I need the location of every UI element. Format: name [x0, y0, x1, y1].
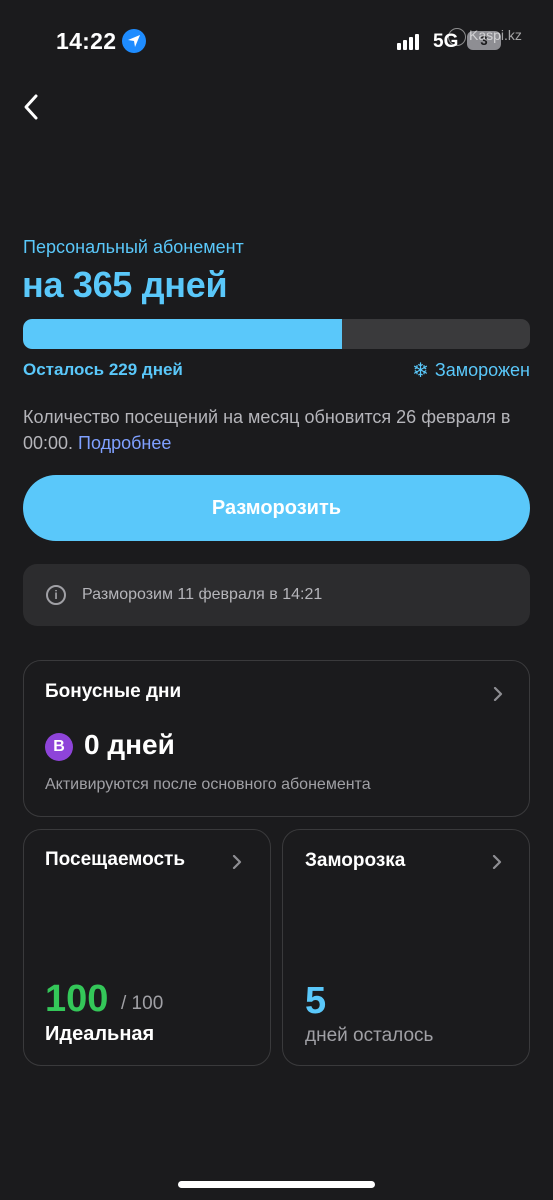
home-indicator[interactable]	[178, 1181, 375, 1188]
chevron-right-icon	[492, 855, 502, 869]
status-time: 14:22	[56, 28, 117, 54]
bonus-days-note: Активируются после основного абонемента	[45, 776, 371, 793]
bonus-days-card[interactable]: Бонусные дни B 0 дней Активируются после…	[23, 660, 530, 817]
subscription-title: на 365 дней	[22, 264, 228, 305]
frozen-status-label: Заморожен	[434, 360, 530, 380]
attendance-title: Посещаемость	[45, 849, 186, 870]
attendance-total: / 100	[121, 993, 164, 1014]
freeze-days-label: дней осталось	[305, 1025, 434, 1046]
attendance-label: Идеальная	[45, 1023, 155, 1045]
watermark: Kaspi.kz	[469, 27, 522, 43]
freeze-card[interactable]: Заморозка 5 дней осталось	[282, 829, 530, 1066]
attendance-card[interactable]: Посещаемость 100 / 100 Идеальная	[23, 829, 271, 1066]
unfreeze-info-box: i Разморозим 11 февраля в 14:21	[23, 564, 530, 626]
chevron-right-icon	[232, 855, 242, 869]
snowflake-icon: ❄	[412, 360, 429, 382]
frozen-status: ❄ Заморожен	[412, 358, 530, 383]
chevron-right-icon	[493, 687, 503, 701]
unfreeze-button[interactable]: Разморозить	[23, 475, 530, 541]
freeze-days-value: 5	[305, 980, 327, 1022]
subscription-label: Персональный абонемент	[23, 237, 244, 257]
status-bar: 14:22 5G 3 Kaspi.kz	[0, 0, 553, 80]
chevron-left-icon	[24, 94, 38, 120]
days-remaining: Осталось 229 дней	[23, 360, 183, 379]
back-button[interactable]	[18, 92, 48, 122]
visits-info: Количество посещений на месяц обновится …	[23, 404, 523, 456]
bonus-badge-icon: B	[45, 733, 73, 761]
subscription-progress-fill	[23, 319, 343, 349]
info-icon: i	[46, 585, 66, 605]
bonus-days-title: Бонусные дни	[45, 681, 182, 702]
more-link[interactable]: Подробнее	[78, 433, 171, 453]
signal-strength-icon	[397, 32, 425, 50]
subscription-progress-bar	[23, 319, 530, 349]
freeze-title: Заморозка	[305, 850, 406, 871]
location-arrow-icon	[122, 29, 146, 53]
watermark-logo-icon	[448, 28, 466, 46]
bonus-days-value: 0 дней	[84, 729, 175, 760]
unfreeze-info-text: Разморозим 11 февраля в 14:21	[82, 586, 323, 603]
attendance-value: 100	[45, 978, 109, 1020]
